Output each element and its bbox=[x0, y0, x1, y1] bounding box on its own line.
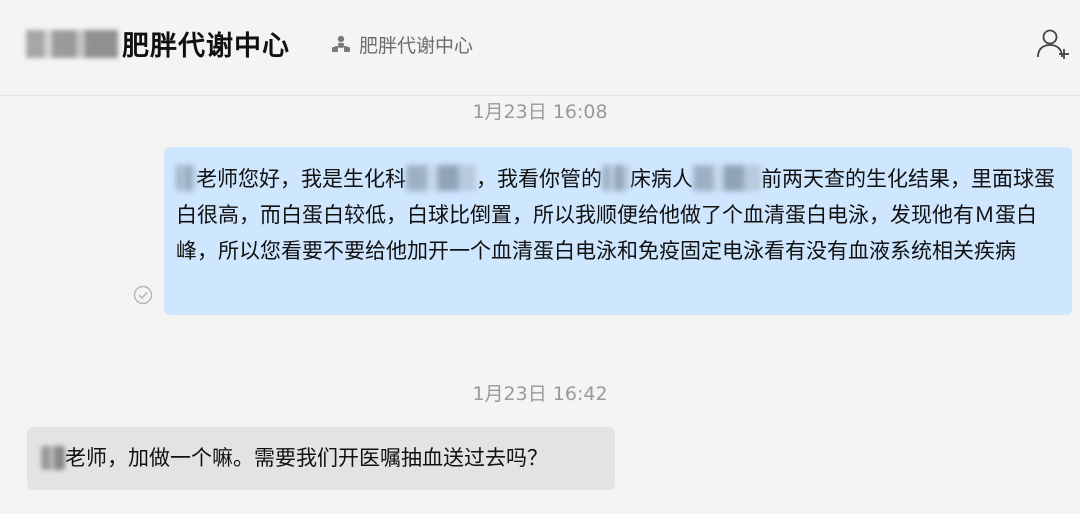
redacted-text bbox=[406, 165, 476, 191]
message-timestamp: 1月23日 16:08 bbox=[472, 101, 608, 123]
add-member-icon[interactable] bbox=[1036, 27, 1072, 61]
chat-header: 肥胖代谢中心 肥胖代谢中心 bbox=[0, 0, 1080, 96]
redacted-text bbox=[693, 165, 761, 191]
outgoing-message-bubble[interactable]: 老师您好，我是生化科 ，我看你管的 床病人 前两天查的生化结果，里面球蛋白很高，而白蛋… bbox=[164, 147, 1072, 315]
message-text: 老师您好，我是生化科 ，我看你管的 床病人 前两天查的生化结果，里面球蛋白很高，而白蛋… bbox=[176, 165, 1055, 263]
redacted-text bbox=[41, 446, 65, 470]
sent-check-icon bbox=[133, 285, 153, 305]
message-timestamp: 1月23日 16:42 bbox=[472, 383, 608, 405]
incoming-message-bubble[interactable]: 老师，加做一个嘛。需要我们开医嘱抽血送过去吗？ bbox=[27, 427, 615, 490]
group-name[interactable]: 肥胖代谢中心 bbox=[359, 31, 473, 58]
group-icon bbox=[332, 35, 350, 52]
redacted-sender-name bbox=[26, 30, 118, 58]
chat-title[interactable]: 肥胖代谢中心 bbox=[122, 24, 290, 63]
redacted-text bbox=[176, 165, 196, 191]
message-text: 老师，加做一个嘛。需要我们开医嘱抽血送过去吗？ bbox=[41, 442, 548, 474]
redacted-text bbox=[602, 165, 630, 191]
